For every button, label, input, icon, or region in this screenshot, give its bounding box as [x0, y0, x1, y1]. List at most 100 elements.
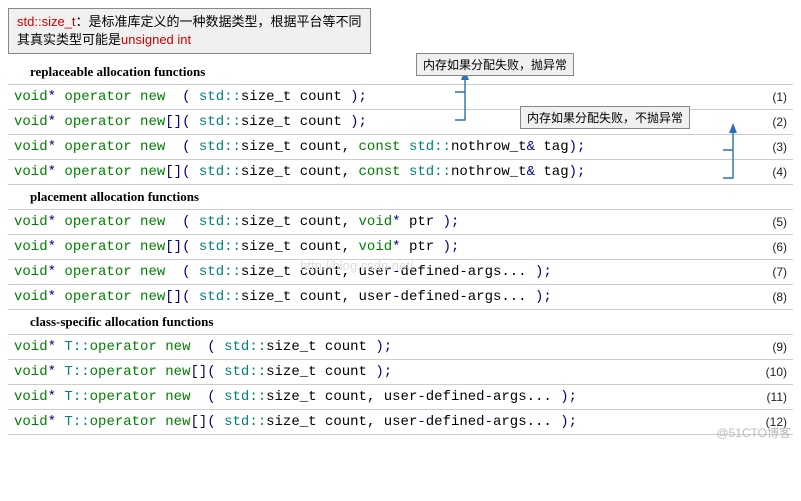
sig-row: void* T::operator new[]( std::size_t cou…: [8, 410, 793, 435]
token-punc: []: [165, 239, 182, 255]
token-kw: new: [140, 239, 165, 255]
token-kw: operator: [90, 339, 157, 355]
sig-row: void* T::operator new ( std::size_t coun…: [8, 335, 793, 360]
sig-row: void* T::operator new[]( std::size_t cou…: [8, 360, 793, 385]
token-punc: (: [207, 339, 215, 355]
token-ident: [190, 164, 198, 180]
token-kw: operator: [90, 414, 157, 430]
token-scope: std::: [199, 139, 241, 155]
token-ident: args...: [493, 414, 560, 430]
token-punc: ;: [384, 364, 392, 380]
token-punc: ): [375, 364, 383, 380]
sig-row: void* operator new[]( std::size_t count,…: [8, 235, 793, 260]
note-box: std::size_t：是标准库定义的一种数据类型，根据平台等不同 其真实类型可…: [8, 8, 371, 54]
token-scope: std::: [199, 164, 241, 180]
token-kw: void: [14, 214, 48, 230]
token-scope: std::: [224, 414, 266, 430]
token-ident: size_t count,: [241, 164, 359, 180]
token-kw: void: [14, 339, 48, 355]
token-punc: ;: [384, 339, 392, 355]
token-scope: std::: [199, 89, 241, 105]
token-kw: void: [14, 114, 48, 130]
token-scope: std::: [199, 264, 241, 280]
token-scope: std::: [199, 239, 241, 255]
token-ident: args...: [493, 389, 560, 405]
token-punc: *: [48, 114, 56, 130]
row-num: (4): [741, 160, 793, 185]
token-punc: *: [48, 414, 56, 430]
token-ident: ptr: [401, 214, 443, 230]
token-punc: ): [443, 214, 451, 230]
token-kw: new: [165, 389, 190, 405]
token-ident: [190, 239, 198, 255]
token-punc: -: [392, 289, 400, 305]
token-scope: std::: [224, 389, 266, 405]
token-punc: []: [190, 364, 207, 380]
token-punc: ): [443, 239, 451, 255]
token-punc: ;: [359, 114, 367, 130]
watermark-center: http://blog.csdn.net/: [300, 258, 413, 273]
token-ident: [157, 364, 165, 380]
token-scope: std::: [199, 114, 241, 130]
token-ident: [157, 339, 165, 355]
token-ident: tag: [535, 139, 569, 155]
token-ident: args...: [468, 289, 535, 305]
token-kw: operator: [64, 289, 131, 305]
token-punc: *: [48, 89, 56, 105]
row-num: (11): [741, 385, 793, 410]
token-kw: const: [359, 139, 401, 155]
token-ident: size_t count, user: [266, 414, 417, 430]
token-scope: T::: [64, 339, 89, 355]
token-ident: args...: [468, 264, 535, 280]
token-punc: *: [48, 139, 56, 155]
token-punc: ;: [577, 164, 585, 180]
token-kw: void: [359, 214, 393, 230]
token-kw: void: [14, 264, 48, 280]
note-line1: ：是标准库定义的一种数据类型，根据平台等不同: [76, 14, 362, 29]
token-punc: (: [207, 414, 215, 430]
token-ident: [216, 389, 224, 405]
token-punc: ): [560, 389, 568, 405]
token-ident: size_t count, user: [241, 289, 392, 305]
token-ident: [165, 214, 182, 230]
row-num: (9): [741, 335, 793, 360]
token-kw: new: [140, 89, 165, 105]
section-class-specific: class-specific allocation functions: [8, 310, 793, 334]
token-ident: size_t count,: [241, 239, 359, 255]
token-kw: operator: [64, 264, 131, 280]
token-kw: new: [165, 339, 190, 355]
token-punc: []: [165, 289, 182, 305]
token-punc: ;: [569, 414, 577, 430]
token-ident: defined: [401, 289, 460, 305]
token-scope: T::: [64, 389, 89, 405]
token-kw: new: [140, 264, 165, 280]
token-punc: ): [350, 114, 358, 130]
token-punc: -: [459, 264, 467, 280]
token-kw: operator: [64, 239, 131, 255]
token-scope: std::: [199, 214, 241, 230]
token-ident: ptr: [401, 239, 443, 255]
token-ident: [216, 339, 224, 355]
table-class-specific: void* T::operator new ( std::size_t coun…: [8, 334, 793, 435]
token-ident: size_t count: [241, 114, 350, 130]
token-punc: ;: [543, 289, 551, 305]
token-punc: ): [569, 139, 577, 155]
token-kw: new: [165, 364, 190, 380]
tip-throw: 内存如果分配失败，抛异常: [416, 53, 574, 76]
sig-row: void* operator new[]( std::size_t count,…: [8, 160, 793, 185]
token-punc: -: [485, 414, 493, 430]
token-ident: [190, 114, 198, 130]
token-ident: [132, 89, 140, 105]
sig-row: void* operator new[]( std::size_t count,…: [8, 285, 793, 310]
sig-row: void* operator new ( std::size_t count, …: [8, 210, 793, 235]
token-ident: [165, 89, 182, 105]
token-punc: []: [165, 114, 182, 130]
token-kw: void: [14, 364, 48, 380]
token-kw: void: [14, 289, 48, 305]
tip-nothrow: 内存如果分配失败，不抛异常: [520, 106, 690, 129]
token-kw: void: [14, 164, 48, 180]
section-replaceable: replaceable allocation functions: [8, 60, 793, 84]
note-line2b: unsigned int: [121, 32, 191, 47]
token-punc: ): [375, 339, 383, 355]
token-kw: void: [359, 239, 393, 255]
